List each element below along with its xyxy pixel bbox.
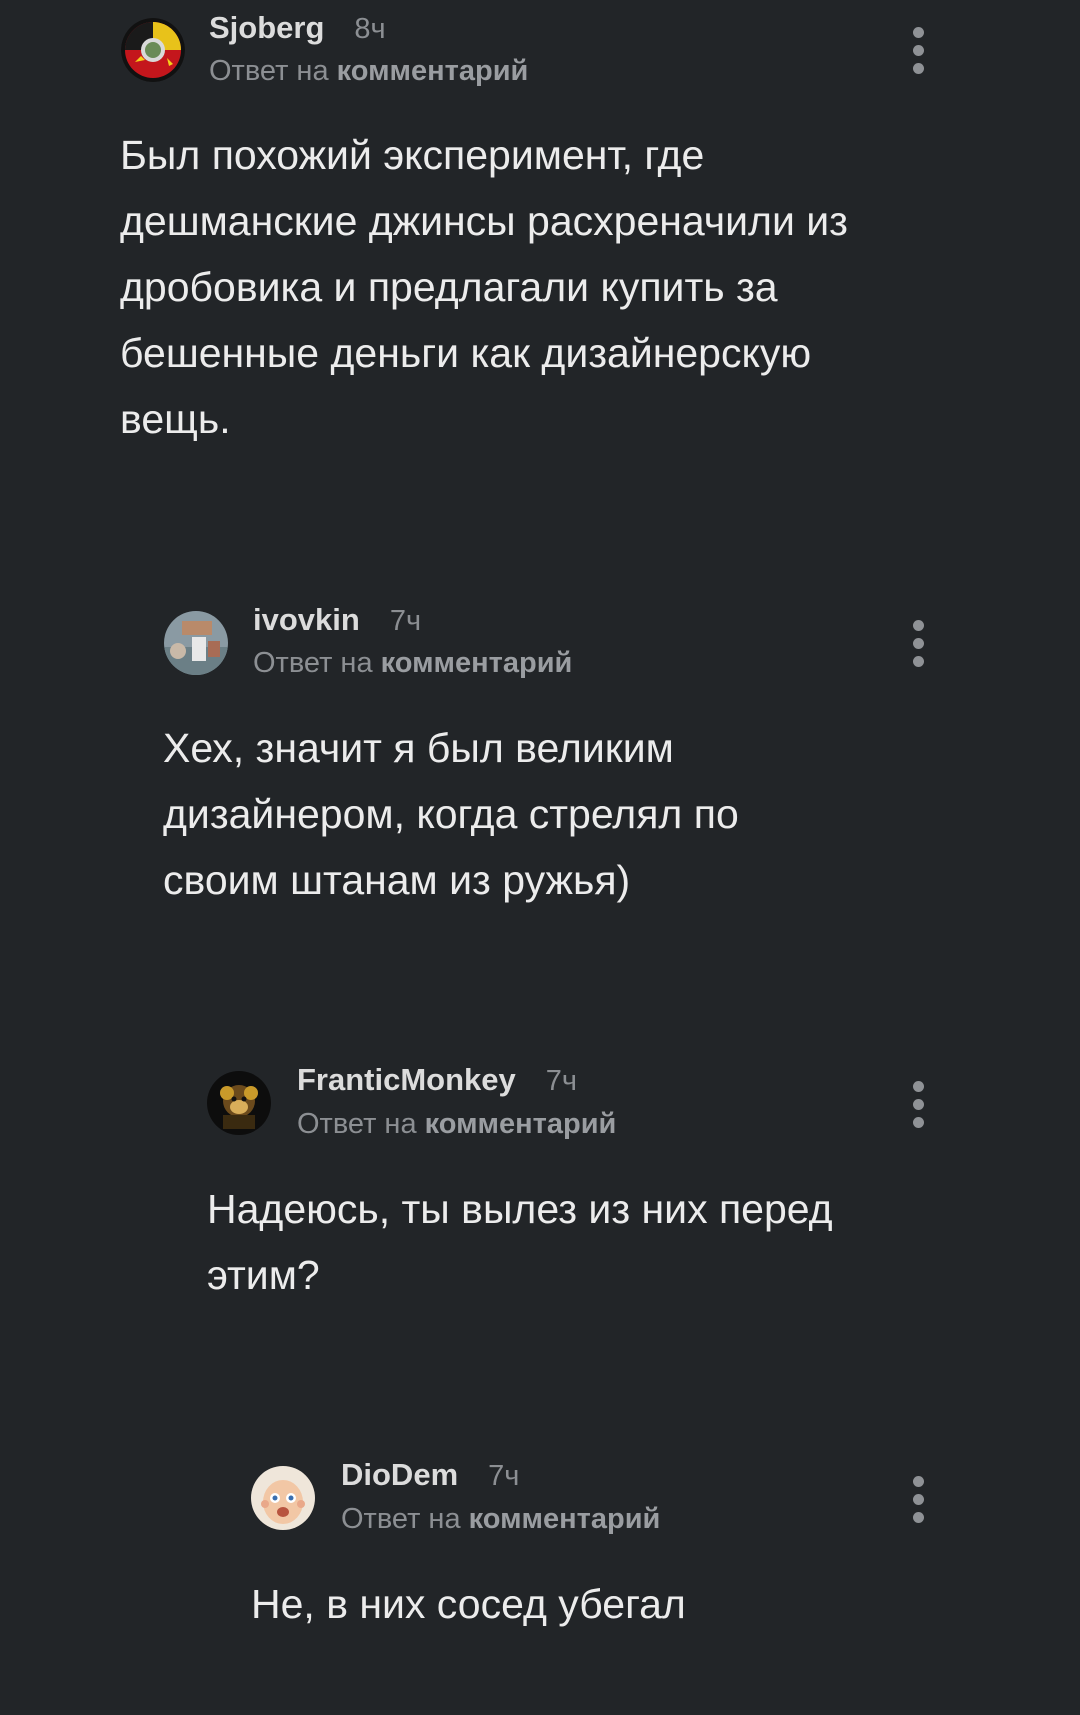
more-options-icon[interactable] [898,613,938,673]
timestamp: 7ч [488,1460,520,1492]
comment-header: DioDem 7ч [341,1457,519,1493]
reply-prefix: Ответ на [297,1108,417,1140]
reply-info: Ответ на комментарий [253,647,572,680]
reply-link[interactable]: комментарий [469,1503,661,1535]
diodem-avatar[interactable] [251,1466,315,1530]
comment-text: Не, в них сосед убегал [251,1581,686,1627]
reply-prefix: Ответ на [253,647,373,679]
ivovkin-avatar[interactable] [164,611,228,675]
comment-text: Был похожий эксперимент, где дешманские … [120,132,848,442]
username[interactable]: Sjoberg [209,10,324,45]
reply-info: Ответ на комментарий [297,1108,616,1141]
timestamp: 7ч [545,1065,578,1097]
sjoberg-avatar[interactable] [121,18,185,82]
timestamp: 7ч [389,605,422,637]
more-options-icon[interactable] [898,1074,938,1134]
username[interactable]: ivovkin [253,602,360,637]
comment-header: Sjoberg 8ч [209,10,386,46]
reply-link[interactable]: комментарий [425,1108,617,1140]
username[interactable]: DioDem [341,1457,458,1492]
reply-prefix: Ответ на [341,1503,461,1535]
comment-text: Надеюсь, ты вылез из них перед этим? [207,1186,833,1298]
comment-header: ivovkin 7ч [253,602,421,638]
comment-text: Хех, значит я был великим дизайнером, ко… [163,725,739,903]
timestamp: 8ч [354,13,386,45]
reply-info: Ответ на комментарий [209,55,528,88]
username[interactable]: FranticMonkey [297,1062,516,1097]
reply-link[interactable]: комментарий [337,55,529,87]
reply-prefix: Ответ на [209,55,329,87]
more-options-icon[interactable] [898,20,938,80]
reply-info: Ответ на комментарий [341,1503,660,1536]
comment-header: FranticMonkey 7ч [297,1062,577,1098]
franticmonkey-avatar[interactable] [207,1071,271,1135]
reply-link[interactable]: комментарий [381,647,573,679]
more-options-icon[interactable] [898,1469,938,1529]
